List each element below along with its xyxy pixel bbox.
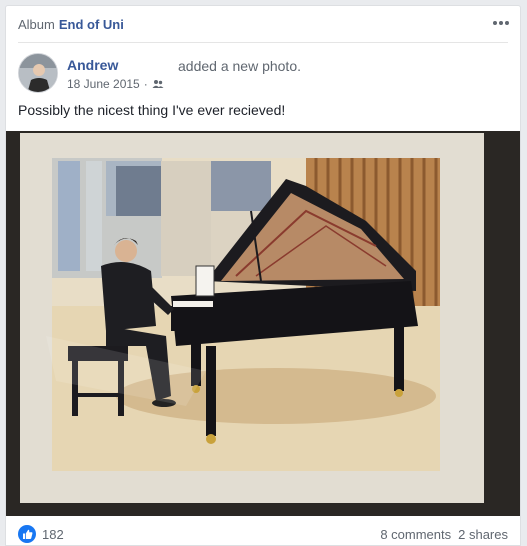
post-text: Possibly the nicest thing I've ever reci… xyxy=(18,102,286,118)
post-card: Album End of Uni Andrew added a new phot… xyxy=(5,5,521,546)
album-header: Album End of Uni xyxy=(18,6,508,43)
friends-icon[interactable] xyxy=(152,79,164,89)
post-date-link[interactable]: 18 June 2015 xyxy=(67,77,140,91)
thumbs-up-icon xyxy=(22,529,32,539)
shares-count-link[interactable]: 2 shares xyxy=(458,527,508,542)
more-dot-icon xyxy=(505,21,509,25)
post-footer: 182 8 comments 2 shares xyxy=(18,522,508,545)
post-photo[interactable] xyxy=(6,131,521,516)
album-name-link[interactable]: End of Uni xyxy=(59,17,124,32)
more-dot-icon xyxy=(493,21,497,25)
author-avatar[interactable] xyxy=(18,53,58,93)
post-action-text: added a new photo. xyxy=(178,58,301,74)
reaction-count[interactable]: 182 xyxy=(42,527,64,542)
more-dot-icon xyxy=(499,21,503,25)
meta-separator: · xyxy=(143,77,148,91)
album-prefix: Album xyxy=(18,16,55,32)
comments-count-link[interactable]: 8 comments xyxy=(380,527,451,542)
author-name-link[interactable]: Andrew xyxy=(67,57,118,73)
more-options-button[interactable] xyxy=(492,19,510,27)
avatar-image xyxy=(19,54,57,92)
post-meta: 18 June 2015 · xyxy=(67,77,164,91)
like-icon[interactable] xyxy=(18,525,36,543)
